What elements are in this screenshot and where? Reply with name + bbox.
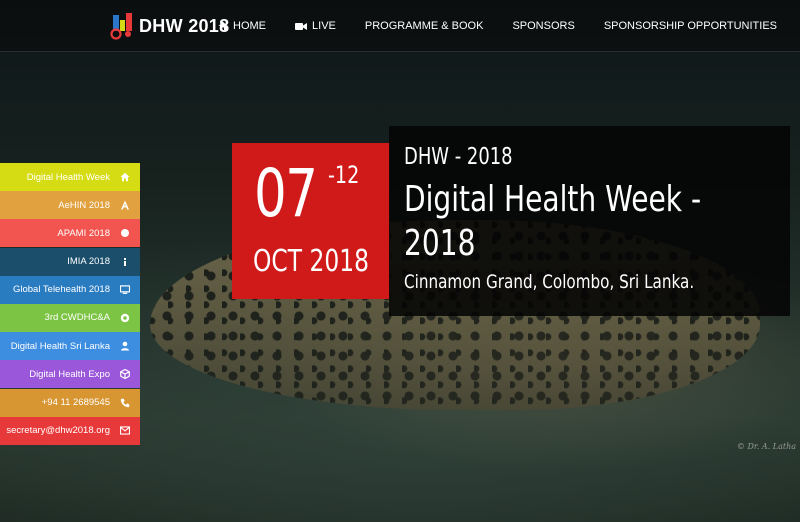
nav-label: SPONSORS [512, 20, 575, 32]
nav-label: SPONSORSHIP OPPORTUNITIES [603, 20, 777, 32]
sidebar-item-label: Digital Health Sri Lanka [10, 340, 110, 352]
user-icon [120, 341, 130, 351]
logo[interactable]: DHW 2018 [107, 10, 229, 42]
nav-programme-book[interactable]: PROGRAMME & BOOK [365, 20, 484, 32]
sidebar-item-label: secretary@dhw2018.org [6, 425, 110, 437]
cube-icon [120, 369, 130, 380]
brand-name: DHW 2018 [139, 15, 230, 36]
event-month-year: OCT 2018 [252, 244, 370, 279]
sidebar-item-label: Global Telehealth 2018 [12, 284, 110, 296]
site-header: DHW 2018 HOME LIVE PROGRAMME & BOOK SPON… [0, 0, 800, 52]
video-camera-icon [295, 22, 308, 31]
envelope-icon [120, 426, 130, 436]
sidebar-item-label: Digital Health Week [26, 171, 110, 183]
sidebar-item-email[interactable]: secretary@dhw2018.org [0, 416, 140, 445]
event-subtitle: DHW - 2018 [404, 144, 513, 170]
event-info-panel: DHW - 2018 Digital Health Week - 2018 Ci… [389, 126, 790, 316]
event-start-day: 07 [254, 155, 318, 232]
sidebar-item-imia[interactable]: IMIA 2018 [0, 247, 140, 276]
nav-sponsorship-opportunities[interactable]: SPONSORSHIP OPPORTUNITIES [604, 20, 777, 32]
sidebar-item-aehin[interactable]: AeHIN 2018 [0, 191, 140, 220]
chrome-icon [120, 313, 130, 323]
sidebar-item-label: AeHIN 2018 [58, 199, 110, 211]
photo-credit: © Dr. A. Latha [736, 442, 796, 451]
event-title: Digital Health Week - 2018 [404, 179, 702, 264]
nav-home[interactable]: HOME [218, 20, 266, 32]
sidebar-item-apami[interactable]: APAMI 2018 [0, 219, 140, 248]
nav-label: LIVE [312, 20, 336, 32]
sidebar-item-digital-health-sri-lanka[interactable]: Digital Health Sri Lanka [0, 332, 140, 361]
sidebar-item-global-telehealth[interactable]: Global Telehealth 2018 [0, 275, 140, 304]
sidebar-item-label: 3rd CWDHC&A [44, 312, 110, 324]
sidebar-item-digital-health-expo[interactable]: Digital Health Expo [0, 360, 140, 389]
monitor-icon [120, 285, 130, 295]
nav-label: HOME [233, 20, 267, 32]
home-icon [218, 21, 228, 31]
event-date-badge: 07 -12 OCT 2018 [232, 143, 390, 299]
sidebar-item-label: +94 11 2689545 [41, 397, 110, 408]
main-nav: HOME LIVE PROGRAMME & BOOK SPONSORS SPON… [218, 0, 777, 52]
side-menu: Digital Health Week AeHIN 2018 APAMI 201… [0, 163, 140, 445]
sidebar-item-label: IMIA 2018 [67, 256, 110, 268]
info-icon [120, 257, 130, 267]
phone-icon [120, 398, 130, 408]
letter-a-icon [120, 200, 130, 210]
sidebar-item-digital-health-week[interactable]: Digital Health Week [0, 163, 140, 191]
sidebar-item-cwdhca[interactable]: 3rd CWDHC&A [0, 303, 140, 332]
sidebar-item-label: APAMI 2018 [57, 227, 110, 239]
circle-icon [120, 228, 130, 238]
sidebar-item-label: Digital Health Expo [29, 368, 110, 380]
nav-sponsors[interactable]: SPONSORS [512, 20, 574, 32]
logo-icon [107, 11, 137, 41]
nav-live[interactable]: LIVE [295, 20, 336, 32]
sidebar-item-phone[interactable]: +94 11 2689545 [0, 388, 140, 417]
event-venue: Cinnamon Grand, Colombo, Sri Lanka. [404, 271, 695, 293]
home-icon [120, 172, 130, 182]
event-end-day: -12 [328, 161, 360, 189]
nav-label: PROGRAMME & BOOK [364, 20, 484, 32]
